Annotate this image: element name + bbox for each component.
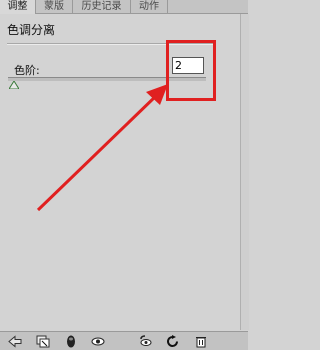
levels-label: 色阶: <box>14 64 40 77</box>
eye-icon[interactable] <box>91 335 105 348</box>
reset-icon[interactable] <box>166 335 180 348</box>
tab-history[interactable]: 历史记录 <box>73 0 131 13</box>
mask-visibility-icon[interactable] <box>64 335 78 348</box>
back-arrow-icon[interactable] <box>8 335 22 348</box>
panel-scrollbar[interactable] <box>240 14 249 330</box>
tab-actions[interactable]: 动作 <box>131 0 168 13</box>
tab-adjustments[interactable]: 调整 <box>0 0 36 14</box>
panel-tab-bar: 调整 蒙版 历史记录 动作 <box>0 0 248 14</box>
trash-icon[interactable] <box>194 335 208 348</box>
highlight-box <box>166 40 216 101</box>
panel-bottom-toolbar <box>0 331 248 350</box>
previous-state-icon[interactable] <box>138 335 152 348</box>
panel-title: 色调分离 <box>7 23 56 37</box>
tab-masks[interactable]: 蒙版 <box>36 0 73 13</box>
levels-slider-thumb-icon[interactable] <box>9 81 19 89</box>
clip-to-layer-icon[interactable] <box>36 335 50 348</box>
